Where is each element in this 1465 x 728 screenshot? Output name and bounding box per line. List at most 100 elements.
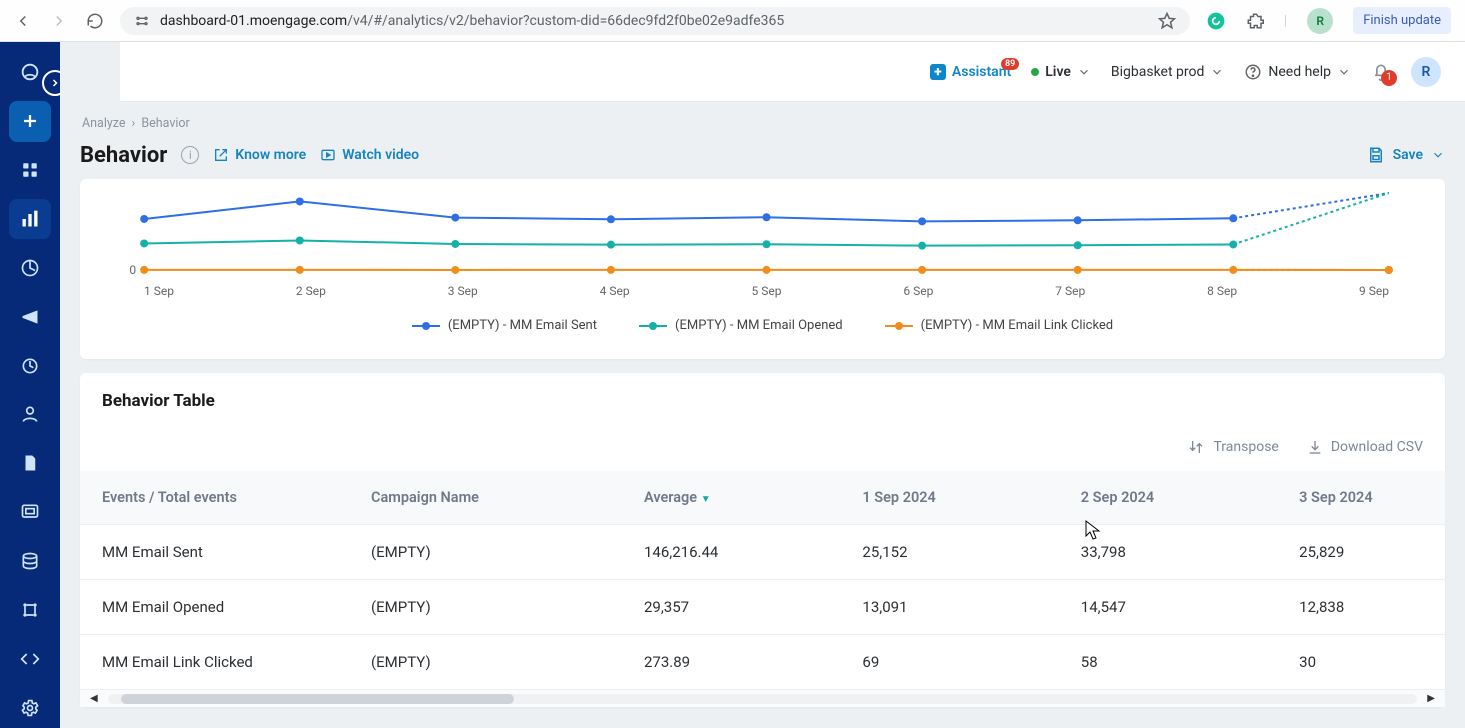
table-header[interactable]: 1 Sep 2024 (844, 471, 1062, 525)
help-menu[interactable]: Need help (1244, 63, 1351, 81)
reload-button[interactable] (86, 12, 104, 30)
finish-update-button[interactable]: Finish update (1353, 7, 1451, 34)
cell-d3: 30 (1281, 635, 1445, 690)
assistant-button[interactable]: + Assistant 89 (930, 64, 1011, 80)
chart-x-tick: 1 Sep (144, 284, 174, 298)
table-header[interactable]: 3 Sep 2024 (1281, 471, 1445, 525)
table-header[interactable]: Events / Total events (80, 471, 353, 525)
sidebar-user[interactable] (9, 394, 51, 435)
scroll-left-icon[interactable]: ◀ (86, 693, 102, 704)
site-settings-icon[interactable] (134, 13, 150, 29)
download-csv-button[interactable]: Download CSV (1307, 439, 1423, 455)
info-icon[interactable]: i (181, 146, 199, 164)
main-area: + Assistant 89 Live Bigbasket prod Need … (60, 42, 1465, 728)
address-bar[interactable]: dashboard-01.moengage.com/v4/#/analytics… (120, 7, 1190, 35)
chart-x-tick: 6 Sep (903, 284, 933, 298)
sidebar-apps[interactable] (9, 492, 51, 533)
url-host: dashboard-01.moengage.com (160, 13, 347, 29)
breadcrumb-parent[interactable]: Analyze (82, 116, 126, 131)
assistant-badge: 89 (1001, 58, 1019, 70)
legend-label: (EMPTY) - MM Email Link Clicked (921, 318, 1114, 333)
help-label: Need help (1268, 64, 1331, 80)
legend-label: (EMPTY) - MM Email Opened (675, 318, 843, 333)
sidebar-dev[interactable] (9, 638, 51, 679)
extensions-icon[interactable] (1246, 12, 1264, 30)
status-dot-icon (1031, 68, 1039, 76)
chevron-down-icon (1431, 148, 1445, 162)
sidebar-analyze[interactable] (9, 199, 51, 240)
legend-label: (EMPTY) - MM Email Sent (448, 318, 597, 333)
notifications-button[interactable]: 1 (1371, 62, 1391, 82)
legend-swatch-icon (412, 325, 440, 327)
user-avatar[interactable]: R (1411, 57, 1441, 87)
breadcrumb-current: Behavior (141, 116, 189, 131)
legend-swatch-icon (639, 325, 667, 327)
cell-d3: 12,838 (1281, 580, 1445, 635)
app-topbar: + Assistant 89 Live Bigbasket prod Need … (120, 42, 1465, 102)
table-horizontal-scrollbar[interactable]: ◀ ▶ (80, 689, 1445, 707)
chart-x-tick: 3 Sep (448, 284, 478, 298)
sidebar-settings[interactable] (9, 687, 51, 728)
cell-campaign: (EMPTY) (353, 525, 626, 580)
scrollbar-thumb[interactable] (121, 694, 514, 704)
browser-chrome: dashboard-01.moengage.com/v4/#/analytics… (0, 0, 1465, 42)
transpose-button[interactable]: Transpose (1187, 439, 1278, 455)
sidebar-create[interactable] (9, 101, 51, 142)
cell-average: 29,357 (626, 580, 844, 635)
sidebar-retention[interactable] (9, 247, 51, 288)
table-header[interactable]: Average ▼ (626, 471, 844, 525)
chart-card: 0 1 Sep2 Sep3 Sep4 Sep5 Sep6 Sep7 Sep8 S… (80, 179, 1445, 359)
legend-item[interactable]: (EMPTY) - MM Email Link Clicked (885, 318, 1114, 333)
chart-x-tick: 4 Sep (600, 284, 630, 298)
legend-item[interactable]: (EMPTY) - MM Email Sent (412, 318, 597, 333)
chevron-down-icon (1337, 65, 1351, 79)
behavior-table: Events / Total eventsCampaign NameAverag… (80, 471, 1445, 689)
browser-profile-avatar[interactable]: R (1307, 8, 1333, 34)
sidebar-tools[interactable] (9, 589, 51, 630)
page-title: Behavior (80, 143, 167, 168)
sidebar-dashboard[interactable] (9, 150, 51, 191)
line-chart[interactable]: 0 (100, 189, 1425, 284)
sidebar-campaign[interactable] (9, 296, 51, 337)
cell-d2: 14,547 (1063, 580, 1281, 635)
sort-desc-icon: ▼ (701, 494, 711, 505)
external-link-icon (213, 147, 229, 163)
sidebar-content[interactable] (9, 443, 51, 484)
status-selector[interactable]: Live (1031, 64, 1091, 80)
save-icon (1367, 146, 1385, 164)
chevron-down-icon (1210, 65, 1224, 79)
legend-item[interactable]: (EMPTY) - MM Email Opened (639, 318, 843, 333)
cell-d2: 33,798 (1063, 525, 1281, 580)
table-header[interactable]: 2 Sep 2024 (1063, 471, 1281, 525)
forward-button[interactable] (50, 12, 68, 30)
grammarly-icon[interactable] (1206, 11, 1226, 31)
know-more-link[interactable]: Know more (213, 147, 306, 163)
watch-video-link[interactable]: Watch video (320, 147, 419, 163)
cell-d1: 69 (844, 635, 1062, 690)
assistant-icon: + (930, 64, 946, 80)
legend-swatch-icon (885, 325, 913, 327)
workspace-selector[interactable]: Bigbasket prod (1111, 64, 1224, 80)
scrollbar-track[interactable] (108, 694, 1418, 704)
bookmark-icon[interactable] (1158, 12, 1176, 30)
table-row: MM Email Link Clicked (EMPTY) 273.89 69 … (80, 635, 1445, 690)
sidebar-data[interactable] (9, 541, 51, 582)
save-button[interactable]: Save (1367, 146, 1445, 164)
cell-average: 146,216.44 (626, 525, 844, 580)
svg-text:0: 0 (129, 263, 136, 277)
chart-legend: (EMPTY) - MM Email Sent (EMPTY) - MM Emai… (100, 318, 1425, 333)
table-header[interactable]: Campaign Name (353, 471, 626, 525)
table-row: MM Email Opened (EMPTY) 29,357 13,091 14… (80, 580, 1445, 635)
scroll-right-icon[interactable]: ▶ (1423, 693, 1439, 704)
chart-x-labels: 1 Sep2 Sep3 Sep4 Sep5 Sep6 Sep7 Sep8 Sep… (100, 284, 1425, 298)
chart-x-tick: 5 Sep (752, 284, 782, 298)
url-path: /v4/#/analytics/v2/behavior?custom-did=6… (347, 13, 784, 29)
app-sidebar (0, 42, 60, 728)
cell-d1: 13,091 (844, 580, 1062, 635)
table-title: Behavior Table (80, 391, 1445, 411)
back-button[interactable] (14, 12, 32, 30)
sidebar-flows[interactable] (9, 345, 51, 386)
title-bar: Behavior i Know more Watch video Save (80, 131, 1445, 179)
cell-d2: 58 (1063, 635, 1281, 690)
cell-event: MM Email Opened (80, 580, 353, 635)
